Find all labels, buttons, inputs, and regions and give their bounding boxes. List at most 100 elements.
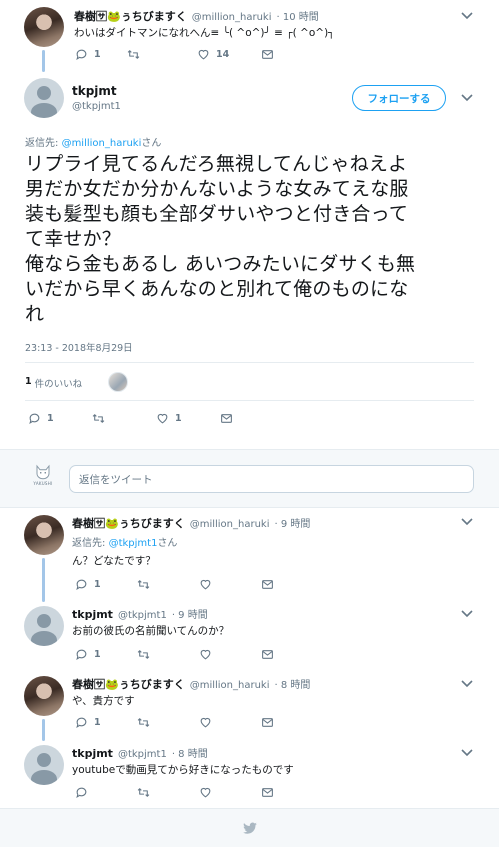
reply-icon <box>75 578 88 591</box>
envelope-icon <box>261 786 274 799</box>
tweet-text: わいはダイトマンになれへん≡ ╰( ^o^)╯ ≡ ┌( ^o^)┐ <box>74 27 335 39</box>
reply-icon <box>75 786 88 799</box>
reply-button[interactable]: 1 <box>75 715 137 729</box>
envelope-icon <box>261 48 274 61</box>
tweet-header: tkpjmt @tkpjmt1 · 9 時間 <box>72 606 208 621</box>
retweet-icon <box>137 786 150 799</box>
tweet-header: 春樹🈂🐸ぅちびますく @million_haruki · 9 時間 <box>72 515 310 531</box>
liker-avatar[interactable] <box>108 372 128 392</box>
tweet-actions: 1 14 <box>75 47 274 61</box>
avatar[interactable] <box>24 606 64 646</box>
reply-input[interactable]: 返信をツイート <box>69 465 474 493</box>
avatar[interactable] <box>24 78 64 118</box>
dm-button[interactable] <box>261 647 274 661</box>
retweet-icon <box>92 412 105 425</box>
mention-link[interactable]: @tkpjmt1 <box>109 538 158 549</box>
retweet-button[interactable] <box>137 647 199 661</box>
heart-icon <box>197 48 210 61</box>
chevron-down-icon[interactable] <box>461 610 473 618</box>
mention-link[interactable]: @million_haruki <box>62 138 142 149</box>
display-name[interactable]: tkpjmt <box>72 84 117 98</box>
envelope-icon <box>220 412 233 425</box>
retweet-button[interactable] <box>137 715 199 729</box>
chevron-down-icon[interactable] <box>461 749 473 757</box>
chevron-down-icon[interactable] <box>461 680 473 688</box>
timestamp[interactable]: · 9 時間 <box>172 606 208 621</box>
avatar[interactable] <box>24 745 64 785</box>
display-name[interactable]: 春樹🈂🐸ぅちびますく <box>72 515 185 531</box>
retweet-icon <box>137 578 150 591</box>
thread-line <box>42 50 45 72</box>
reply-icon <box>75 48 88 61</box>
like-button[interactable]: 1 <box>156 411 220 425</box>
dm-button[interactable] <box>261 785 274 799</box>
display-name[interactable]: tkpjmt <box>72 747 113 760</box>
handle[interactable]: @tkpjmt1 <box>72 101 121 112</box>
retweet-button[interactable] <box>92 411 156 425</box>
dm-button[interactable] <box>261 577 274 591</box>
tweet-header: 春樹🈂🐸ぅちびますく @million_haruki · 10 時間 <box>74 8 319 24</box>
display-name[interactable]: 春樹🈂🐸ぅちびますく <box>72 676 185 692</box>
tweet-timestamp[interactable]: 23:13 - 2018年8月29日 <box>25 340 133 354</box>
tweet-header: 春樹🈂🐸ぅちびますく @million_haruki · 8 時間 <box>72 676 310 692</box>
tweet-actions: 1 <box>75 577 274 591</box>
like-button[interactable] <box>199 577 261 591</box>
reply-input-placeholder: 返信をツイート <box>79 473 153 486</box>
handle[interactable]: @million_haruki <box>190 680 270 691</box>
retweet-button[interactable] <box>127 47 197 61</box>
handle[interactable]: @million_haruki <box>190 519 270 530</box>
like-button[interactable] <box>199 785 261 799</box>
reply-icon <box>28 412 41 425</box>
heart-icon <box>199 786 212 799</box>
dm-button[interactable] <box>261 715 274 729</box>
display-name[interactable]: 春樹🈂🐸ぅちびますく <box>74 8 187 24</box>
compose-avatar: YAKUSHI <box>29 463 57 491</box>
reply-button[interactable]: 1 <box>75 647 137 661</box>
reply-context: 返信先: @million_harukiさん <box>25 138 162 149</box>
tweet-header: tkpjmt @tkpjmt1 · 8 時間 <box>72 745 208 760</box>
thread-line <box>42 558 45 602</box>
avatar[interactable] <box>24 7 64 47</box>
display-name[interactable]: tkpjmt <box>72 608 113 621</box>
reply-icon <box>75 716 88 729</box>
envelope-icon <box>261 716 274 729</box>
dm-button[interactable] <box>220 411 233 425</box>
avatar[interactable] <box>24 676 64 716</box>
handle[interactable]: @tkpjmt1 <box>118 610 167 621</box>
handle[interactable]: @million_haruki <box>192 12 272 23</box>
chevron-down-icon[interactable] <box>461 12 473 20</box>
reply-icon <box>75 648 88 661</box>
envelope-icon <box>261 648 274 661</box>
twitter-bird-icon[interactable] <box>241 821 259 836</box>
reply-button[interactable]: 1 <box>75 47 127 61</box>
reply-button[interactable]: 1 <box>75 577 137 591</box>
timestamp[interactable]: · 9 時間 <box>275 515 311 530</box>
chevron-down-icon[interactable] <box>461 518 473 526</box>
retweet-button[interactable] <box>137 785 199 799</box>
heart-icon <box>156 412 169 425</box>
likes-summary[interactable]: 1 件のいいね <box>25 376 82 390</box>
envelope-icon <box>261 578 274 591</box>
timestamp[interactable]: · 8 時間 <box>275 676 311 691</box>
handle[interactable]: @tkpjmt1 <box>118 749 167 760</box>
like-button[interactable]: 14 <box>197 47 261 61</box>
tweet-actions <box>75 785 274 799</box>
avatar[interactable] <box>24 515 64 555</box>
retweet-icon <box>137 716 150 729</box>
dm-button[interactable] <box>261 47 274 61</box>
tweet-actions: 1 <box>75 647 274 661</box>
retweet-button[interactable] <box>137 577 199 591</box>
chevron-down-icon[interactable] <box>461 94 473 102</box>
timestamp[interactable]: · 10 時間 <box>277 8 319 23</box>
like-button[interactable] <box>199 647 261 661</box>
timestamp[interactable]: · 8 時間 <box>172 745 208 760</box>
reply-button[interactable] <box>75 785 137 799</box>
reply-button[interactable]: 1 <box>28 411 92 425</box>
reply-context: 返信先: @tkpjmt1さん <box>72 538 178 549</box>
follow-button[interactable]: フォローする <box>352 85 446 111</box>
heart-icon <box>199 716 212 729</box>
tweet-text: youtubeで動画見てから好きになったものです <box>72 764 294 776</box>
follow-label: フォローする <box>367 92 431 105</box>
like-button[interactable] <box>199 715 261 729</box>
tweet-text: や、貴方です <box>72 695 135 707</box>
